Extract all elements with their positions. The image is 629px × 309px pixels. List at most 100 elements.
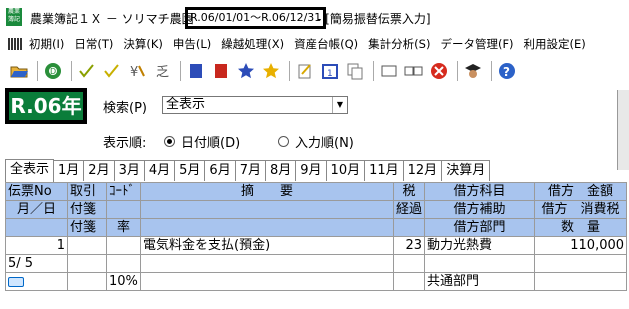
menu-data-management[interactable]: データ管理(F) [435, 36, 518, 52]
svg-text:1: 1 [327, 69, 333, 79]
tab-dec[interactable]: 12月 [402, 160, 443, 181]
menu-tax-return[interactable]: 申告(L) [168, 36, 216, 52]
header-fusen-1: 付箋 [67, 200, 107, 219]
tab-all[interactable]: 全表示 [5, 159, 55, 182]
header-suryo: 数 量 [534, 218, 628, 237]
memo-icon[interactable] [294, 60, 316, 82]
window-subtitle: - [簡易振替伝票入力] [317, 12, 431, 26]
check-pen-2-icon[interactable] [101, 60, 123, 82]
table-row[interactable]: 1 電気料金を支払(預金) 23 動力光熱費 110,000 [5, 236, 628, 255]
tab-apr[interactable]: 4月 [143, 160, 176, 181]
table-row[interactable]: 5/ 5 [5, 254, 628, 273]
title-bar: 農業簿記 農業簿記１Ｘ － ソリマチ農園 R.06/01/01～R.06/12/… [0, 0, 629, 33]
window-icon[interactable] [378, 60, 400, 82]
app-logo-icon: 農業簿記 [6, 8, 22, 26]
table-row[interactable]: 10% 共通部門 [5, 272, 628, 291]
chevron-down-icon[interactable]: ▼ [332, 97, 347, 113]
header-row-2: 月／日 付箋 経過 借方補助 借方 消費税 [5, 200, 628, 219]
header-date: 月／日 [5, 200, 68, 219]
header-keika: 経過 [392, 200, 426, 219]
dual-window-icon[interactable] [403, 60, 425, 82]
close-red-icon[interactable] [428, 60, 450, 82]
tab-closing-month[interactable]: 決算月 [441, 160, 491, 181]
tab-jul[interactable]: 7月 [234, 160, 266, 181]
tab-feb[interactable]: 2月 [83, 160, 115, 181]
cell-date[interactable]: 5/ 5 [5, 254, 68, 273]
graduate-icon[interactable] [462, 60, 484, 82]
header-row-1: 伝票No 取引 ｺｰﾄﾞ 摘 要 税 借方科目 借方 金額 [5, 182, 628, 201]
radio-input-order-label: 入力順(N) [295, 136, 354, 151]
tab-oct[interactable]: 10月 [325, 160, 366, 181]
menu-closing[interactable]: 決算(K) [118, 36, 168, 52]
cell-kari-kingaku[interactable]: 110,000 [534, 236, 628, 255]
header-torihiki: 取引 [67, 182, 107, 201]
menu-asset-ledger[interactable]: 資産台帳(Q) [289, 36, 363, 52]
header-code: ｺｰﾄﾞ [106, 182, 141, 201]
menu-daily[interactable]: 日常(T) [69, 36, 118, 52]
search-select[interactable]: 全表示 ▼ [162, 96, 348, 114]
system-menu-icon[interactable] [8, 38, 22, 50]
menu-initial[interactable]: 初期(I) [24, 36, 69, 52]
radio-unselected-icon[interactable] [278, 136, 289, 147]
header-kari-kingaku: 借方 金額 [534, 182, 628, 201]
keyboard-icon[interactable] [8, 276, 24, 287]
menu-analysis[interactable]: 集計分析(S) [363, 36, 435, 52]
cell-rate[interactable]: 10% [106, 272, 141, 291]
header-kari-kamoku: 借方科目 [424, 182, 536, 201]
tab-aug[interactable]: 8月 [264, 160, 297, 181]
cell-kari-bumon[interactable]: 共通部門 [424, 272, 536, 291]
cell-denpyo-no[interactable]: 1 [5, 236, 68, 255]
fiscal-year-badge: R.06年 [5, 88, 87, 124]
blue-book-icon[interactable] [185, 60, 207, 82]
search-select-value: 全表示 [166, 97, 206, 112]
cell-tekiyo[interactable]: 電気料金を支払(預金) [140, 236, 394, 255]
menu-carryover[interactable]: 繰越処理(X) [216, 36, 289, 52]
tab-mar[interactable]: 3月 [113, 160, 145, 181]
calendar-icon[interactable]: 1 [319, 60, 341, 82]
header-kari-hojo: 借方補助 [424, 200, 536, 219]
journal-grid: 伝票No 取引 ｺｰﾄﾞ 摘 要 税 借方科目 借方 金額 月／日 付箋 経過 … [5, 182, 628, 291]
tab-may[interactable]: 5月 [174, 160, 206, 181]
svg-text:¥: ¥ [130, 65, 138, 80]
search-label: 検索(P) [103, 101, 147, 116]
cell-kari-kamoku[interactable]: 動力光熱費 [424, 236, 536, 255]
radio-date-order-label: 日付順(D) [181, 136, 241, 151]
row-entry-cell[interactable] [5, 272, 68, 291]
green-circle-icon[interactable]: D [42, 60, 64, 82]
radio-date-order[interactable]: 日付順(D) [164, 132, 240, 151]
header-fusen-2: 付箋 [67, 218, 107, 237]
header-zei: 税 [392, 182, 426, 201]
window-title: 農業簿記１Ｘ － ソリマチ農園 [30, 12, 194, 26]
yen-pen-icon[interactable]: ¥ [126, 60, 148, 82]
check-pen-icon[interactable] [76, 60, 98, 82]
tab-jan[interactable]: 1月 [53, 160, 85, 181]
red-book-icon[interactable] [210, 60, 232, 82]
svg-text:?: ? [503, 65, 510, 79]
svg-text:D: D [50, 67, 56, 76]
stars-icon[interactable] [260, 60, 282, 82]
cell-tax-code[interactable]: 23 [392, 236, 426, 255]
copy-icon[interactable] [344, 60, 366, 82]
tab-nov[interactable]: 11月 [364, 160, 404, 181]
fiscal-period: R.06/01/01～R.06/12/31 [185, 7, 327, 29]
menu-bar: 初期(I) 日常(T) 決算(K) 申告(L) 繰越処理(X) 資産台帳(Q) … [0, 34, 629, 54]
help-icon[interactable]: ? [496, 60, 518, 82]
yen-icon[interactable]: 乏 [151, 60, 173, 82]
radio-selected-icon[interactable] [164, 136, 175, 147]
svg-text:乏: 乏 [156, 65, 169, 80]
tab-sep[interactable]: 9月 [295, 160, 327, 181]
star-icon[interactable] [235, 60, 257, 82]
header-kari-bumon: 借方部門 [424, 218, 536, 237]
month-tabs: 全表示 1月 2月 3月 4月 5月 6月 7月 8月 9月 10月 11月 1… [5, 159, 491, 182]
header-row-3: 付箋 率 借方部門 数 量 [5, 218, 628, 237]
toolbar: D ¥ 乏 1 ? [0, 56, 629, 86]
header-tekiyo: 摘 要 [140, 182, 394, 201]
folder-open-icon[interactable] [8, 60, 30, 82]
radio-input-order[interactable]: 入力順(N) [278, 132, 354, 151]
header-denpyo-no: 伝票No [5, 182, 68, 201]
tab-jun[interactable]: 6月 [204, 160, 236, 181]
side-panel-edge [617, 90, 629, 170]
menu-settings[interactable]: 利用設定(E) [519, 36, 591, 52]
header-kari-shohizei: 借方 消費税 [534, 200, 628, 219]
header-rate: 率 [106, 218, 141, 237]
